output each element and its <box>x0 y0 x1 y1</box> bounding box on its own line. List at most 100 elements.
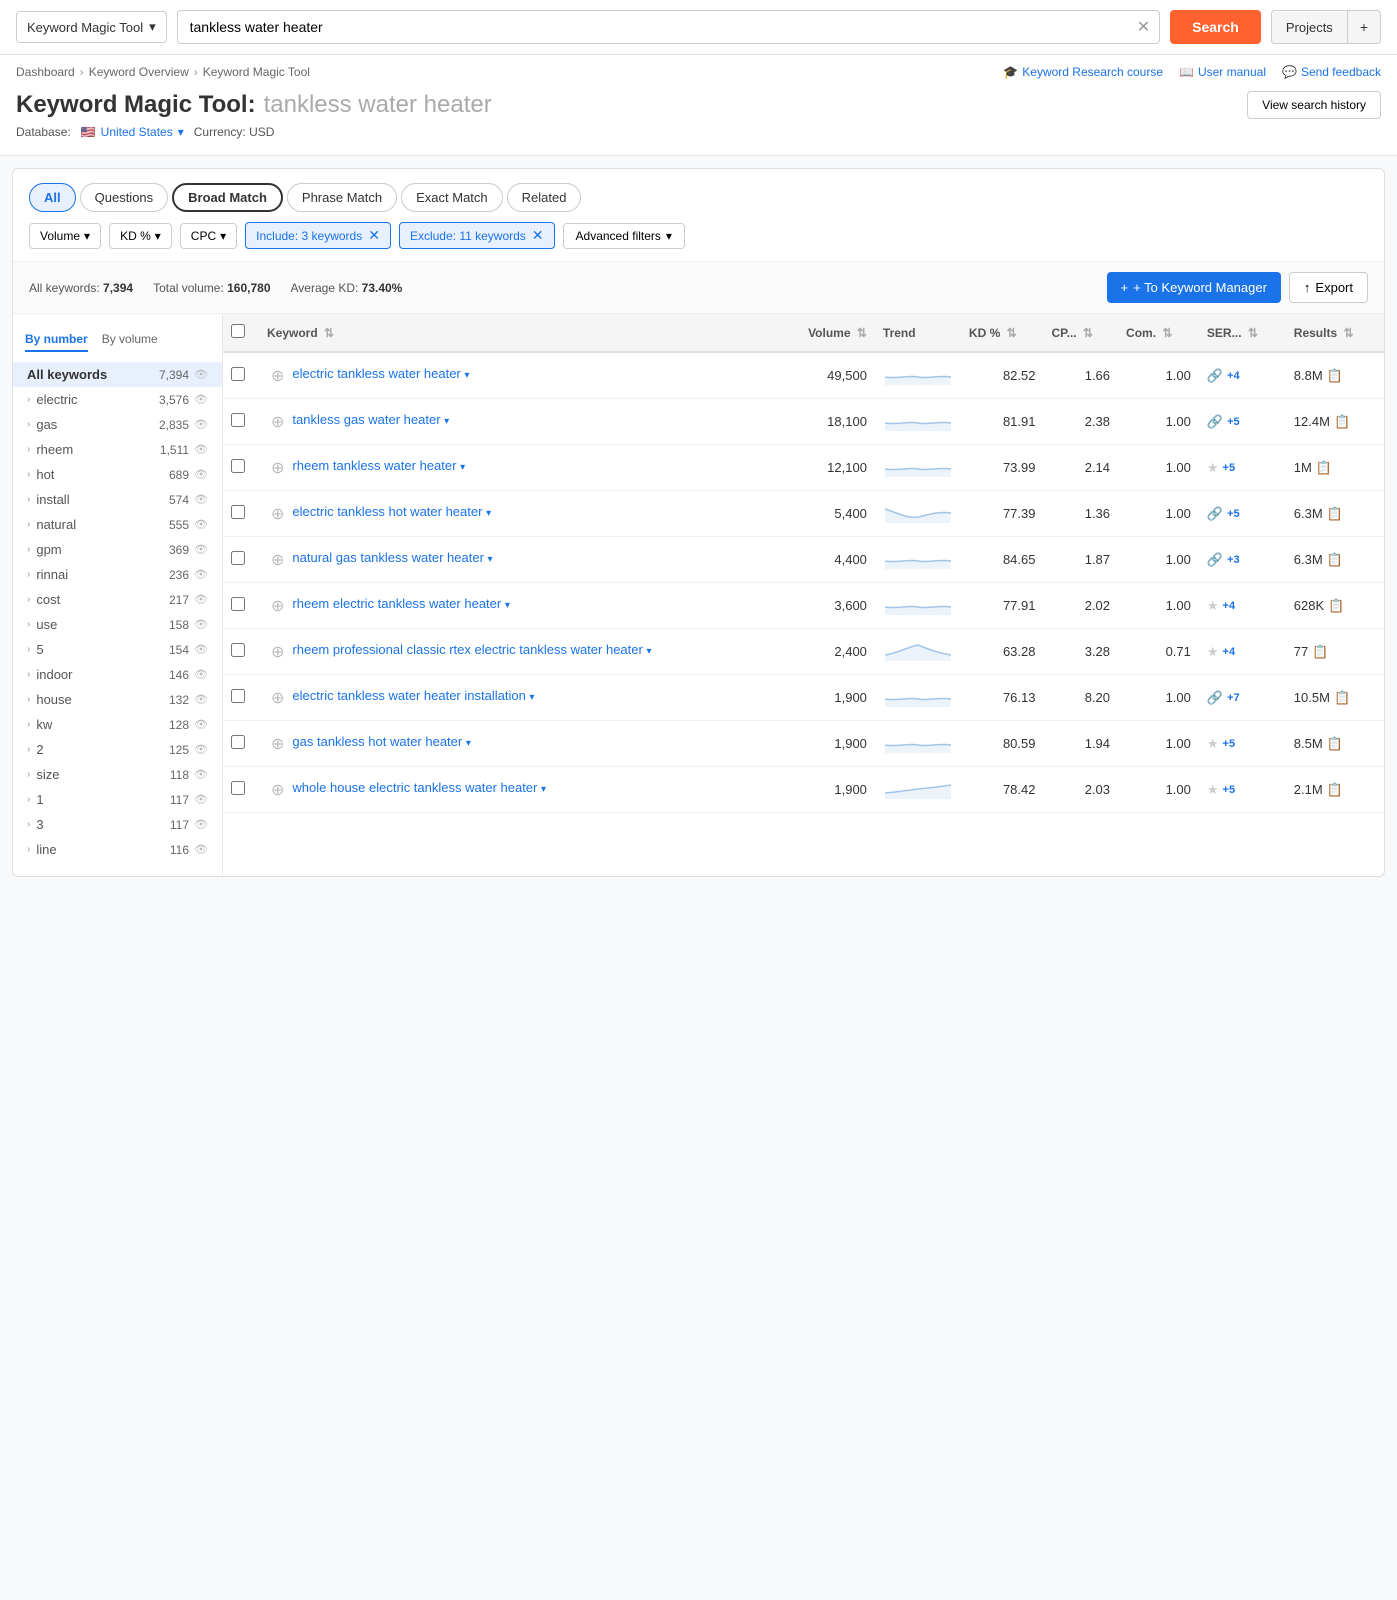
keyword-dropdown-icon[interactable]: ▾ <box>505 600 510 611</box>
add-keyword-button[interactable]: ⊕ <box>267 412 288 432</box>
user-manual-link[interactable]: 📖 User manual <box>1179 65 1266 79</box>
projects-add-button[interactable]: + <box>1347 11 1380 43</box>
serp-features-count[interactable]: +7 <box>1227 692 1240 704</box>
sidebar-item[interactable]: › electric 3,576 👁 <box>13 387 222 412</box>
col-results[interactable]: Results ⇅ <box>1286 314 1384 352</box>
eye-icon[interactable]: 👁 <box>194 818 208 831</box>
search-button[interactable]: Search <box>1170 10 1261 44</box>
col-com[interactable]: Com. ⇅ <box>1118 314 1199 352</box>
keyword-dropdown-icon[interactable]: ▾ <box>646 646 651 657</box>
row-checkbox[interactable] <box>231 735 245 749</box>
keyword-dropdown-icon[interactable]: ▾ <box>460 462 465 473</box>
tab-questions[interactable]: Questions <box>80 183 169 212</box>
database-selector[interactable]: 🇺🇸 United States ▾ <box>81 125 184 139</box>
row-checkbox[interactable] <box>231 643 245 657</box>
col-cpc[interactable]: CP... ⇅ <box>1044 314 1119 352</box>
eye-icon[interactable]: 👁 <box>194 418 208 431</box>
sidebar-item[interactable]: › indoor 146 👁 <box>13 662 222 687</box>
serp-doc-icon[interactable]: 📋 <box>1327 368 1343 384</box>
serp-doc-icon[interactable]: 📋 <box>1327 552 1343 568</box>
serp-doc-icon[interactable]: 📋 <box>1327 782 1343 798</box>
keyword-dropdown-icon[interactable]: ▾ <box>444 416 449 427</box>
sidebar-item[interactable]: › gpm 369 👁 <box>13 537 222 562</box>
keyword-link[interactable]: rheem electric tankless water heater <box>292 596 501 611</box>
sidebar-item[interactable]: › 3 117 👁 <box>13 812 222 837</box>
sidebar-item[interactable]: › hot 689 👁 <box>13 462 222 487</box>
add-keyword-button[interactable]: ⊕ <box>267 550 288 570</box>
row-checkbox[interactable] <box>231 597 245 611</box>
sidebar-item[interactable]: › natural 555 👁 <box>13 512 222 537</box>
col-kd[interactable]: KD % ⇅ <box>961 314 1044 352</box>
eye-icon[interactable]: 👁 <box>194 443 208 456</box>
keyword-link[interactable]: natural gas tankless water heater <box>292 550 484 565</box>
eye-icon[interactable]: 👁 <box>194 368 208 381</box>
add-keyword-button[interactable]: ⊕ <box>267 504 288 524</box>
kd-filter-dropdown[interactable]: KD % ▾ <box>109 223 172 249</box>
keyword-dropdown-icon[interactable]: ▾ <box>488 554 493 565</box>
add-keyword-button[interactable]: ⊕ <box>267 780 288 800</box>
eye-icon[interactable]: 👁 <box>194 793 208 806</box>
row-checkbox[interactable] <box>231 459 245 473</box>
include-keywords-clear[interactable]: ✕ <box>368 227 380 244</box>
serp-doc-icon[interactable]: 📋 <box>1316 460 1332 476</box>
projects-label[interactable]: Projects <box>1272 12 1347 43</box>
row-checkbox[interactable] <box>231 505 245 519</box>
breadcrumb-keyword-overview[interactable]: Keyword Overview <box>89 65 189 79</box>
add-keyword-button[interactable]: ⊕ <box>267 688 288 708</box>
eye-icon[interactable]: 👁 <box>194 768 208 781</box>
serp-doc-icon[interactable]: 📋 <box>1334 690 1350 706</box>
keyword-link[interactable]: rheem professional classic rtex electric… <box>292 642 642 657</box>
export-button[interactable]: ↑ Export <box>1289 272 1368 303</box>
sidebar-item[interactable]: › kw 128 👁 <box>13 712 222 737</box>
eye-icon[interactable]: 👁 <box>194 393 208 406</box>
sidebar-item[interactable]: All keywords 7,394 👁 <box>13 362 222 387</box>
sidebar-tab-by-volume[interactable]: By volume <box>102 328 158 352</box>
eye-icon[interactable]: 👁 <box>194 693 208 706</box>
eye-icon[interactable]: 👁 <box>194 543 208 556</box>
tab-related[interactable]: Related <box>507 183 582 212</box>
eye-icon[interactable]: 👁 <box>194 518 208 531</box>
serp-doc-icon[interactable]: 📋 <box>1312 644 1328 660</box>
serp-features-count[interactable]: +5 <box>1223 462 1236 474</box>
keyword-link[interactable]: electric tankless water heater installat… <box>292 688 525 703</box>
sidebar-item[interactable]: › house 132 👁 <box>13 687 222 712</box>
send-feedback-link[interactable]: 💬 Send feedback <box>1282 65 1381 79</box>
tool-dropdown[interactable]: Keyword Magic Tool ▾ <box>16 11 167 43</box>
eye-icon[interactable]: 👁 <box>194 668 208 681</box>
serp-features-count[interactable]: +4 <box>1227 370 1240 382</box>
advanced-filters-button[interactable]: Advanced filters ▾ <box>563 223 685 249</box>
sidebar-item[interactable]: › 5 154 👁 <box>13 637 222 662</box>
col-keyword[interactable]: Keyword ⇅ <box>259 314 778 352</box>
col-volume[interactable]: Volume ⇅ <box>778 314 875 352</box>
row-checkbox[interactable] <box>231 367 245 381</box>
eye-icon[interactable]: 👁 <box>194 718 208 731</box>
tab-broad-match[interactable]: Broad Match <box>172 183 283 212</box>
keyword-research-course-link[interactable]: 🎓 Keyword Research course <box>1003 65 1163 79</box>
to-keyword-manager-button[interactable]: + + To Keyword Manager <box>1107 272 1281 303</box>
keyword-link[interactable]: whole house electric tankless water heat… <box>292 780 537 795</box>
sidebar-item[interactable]: › size 118 👁 <box>13 762 222 787</box>
keyword-dropdown-icon[interactable]: ▾ <box>464 370 469 381</box>
tab-all[interactable]: All <box>29 183 76 212</box>
exclude-keywords-clear[interactable]: ✕ <box>532 227 544 244</box>
eye-icon[interactable]: 👁 <box>194 643 208 656</box>
keyword-link[interactable]: tankless gas water heater <box>292 412 440 427</box>
eye-icon[interactable]: 👁 <box>194 568 208 581</box>
eye-icon[interactable]: 👁 <box>194 618 208 631</box>
sidebar-item[interactable]: › rheem 1,511 👁 <box>13 437 222 462</box>
keyword-dropdown-icon[interactable]: ▾ <box>529 692 534 703</box>
add-keyword-button[interactable]: ⊕ <box>267 642 288 662</box>
sidebar-item[interactable]: › 1 117 👁 <box>13 787 222 812</box>
exclude-keywords-pill[interactable]: Exclude: 11 keywords ✕ <box>399 222 555 249</box>
col-serp[interactable]: SER... ⇅ <box>1199 314 1286 352</box>
sidebar-tab-by-number[interactable]: By number <box>25 328 88 352</box>
sidebar-item[interactable]: › use 158 👁 <box>13 612 222 637</box>
view-search-history-button[interactable]: View search history <box>1247 91 1381 119</box>
sidebar-item[interactable]: › cost 217 👁 <box>13 587 222 612</box>
row-checkbox[interactable] <box>231 781 245 795</box>
cpc-filter-dropdown[interactable]: CPC ▾ <box>180 223 237 249</box>
serp-doc-icon[interactable]: 📋 <box>1334 414 1350 430</box>
keyword-link[interactable]: electric tankless water heater <box>292 366 460 381</box>
keyword-link[interactable]: electric tankless hot water heater <box>292 504 482 519</box>
eye-icon[interactable]: 👁 <box>194 468 208 481</box>
